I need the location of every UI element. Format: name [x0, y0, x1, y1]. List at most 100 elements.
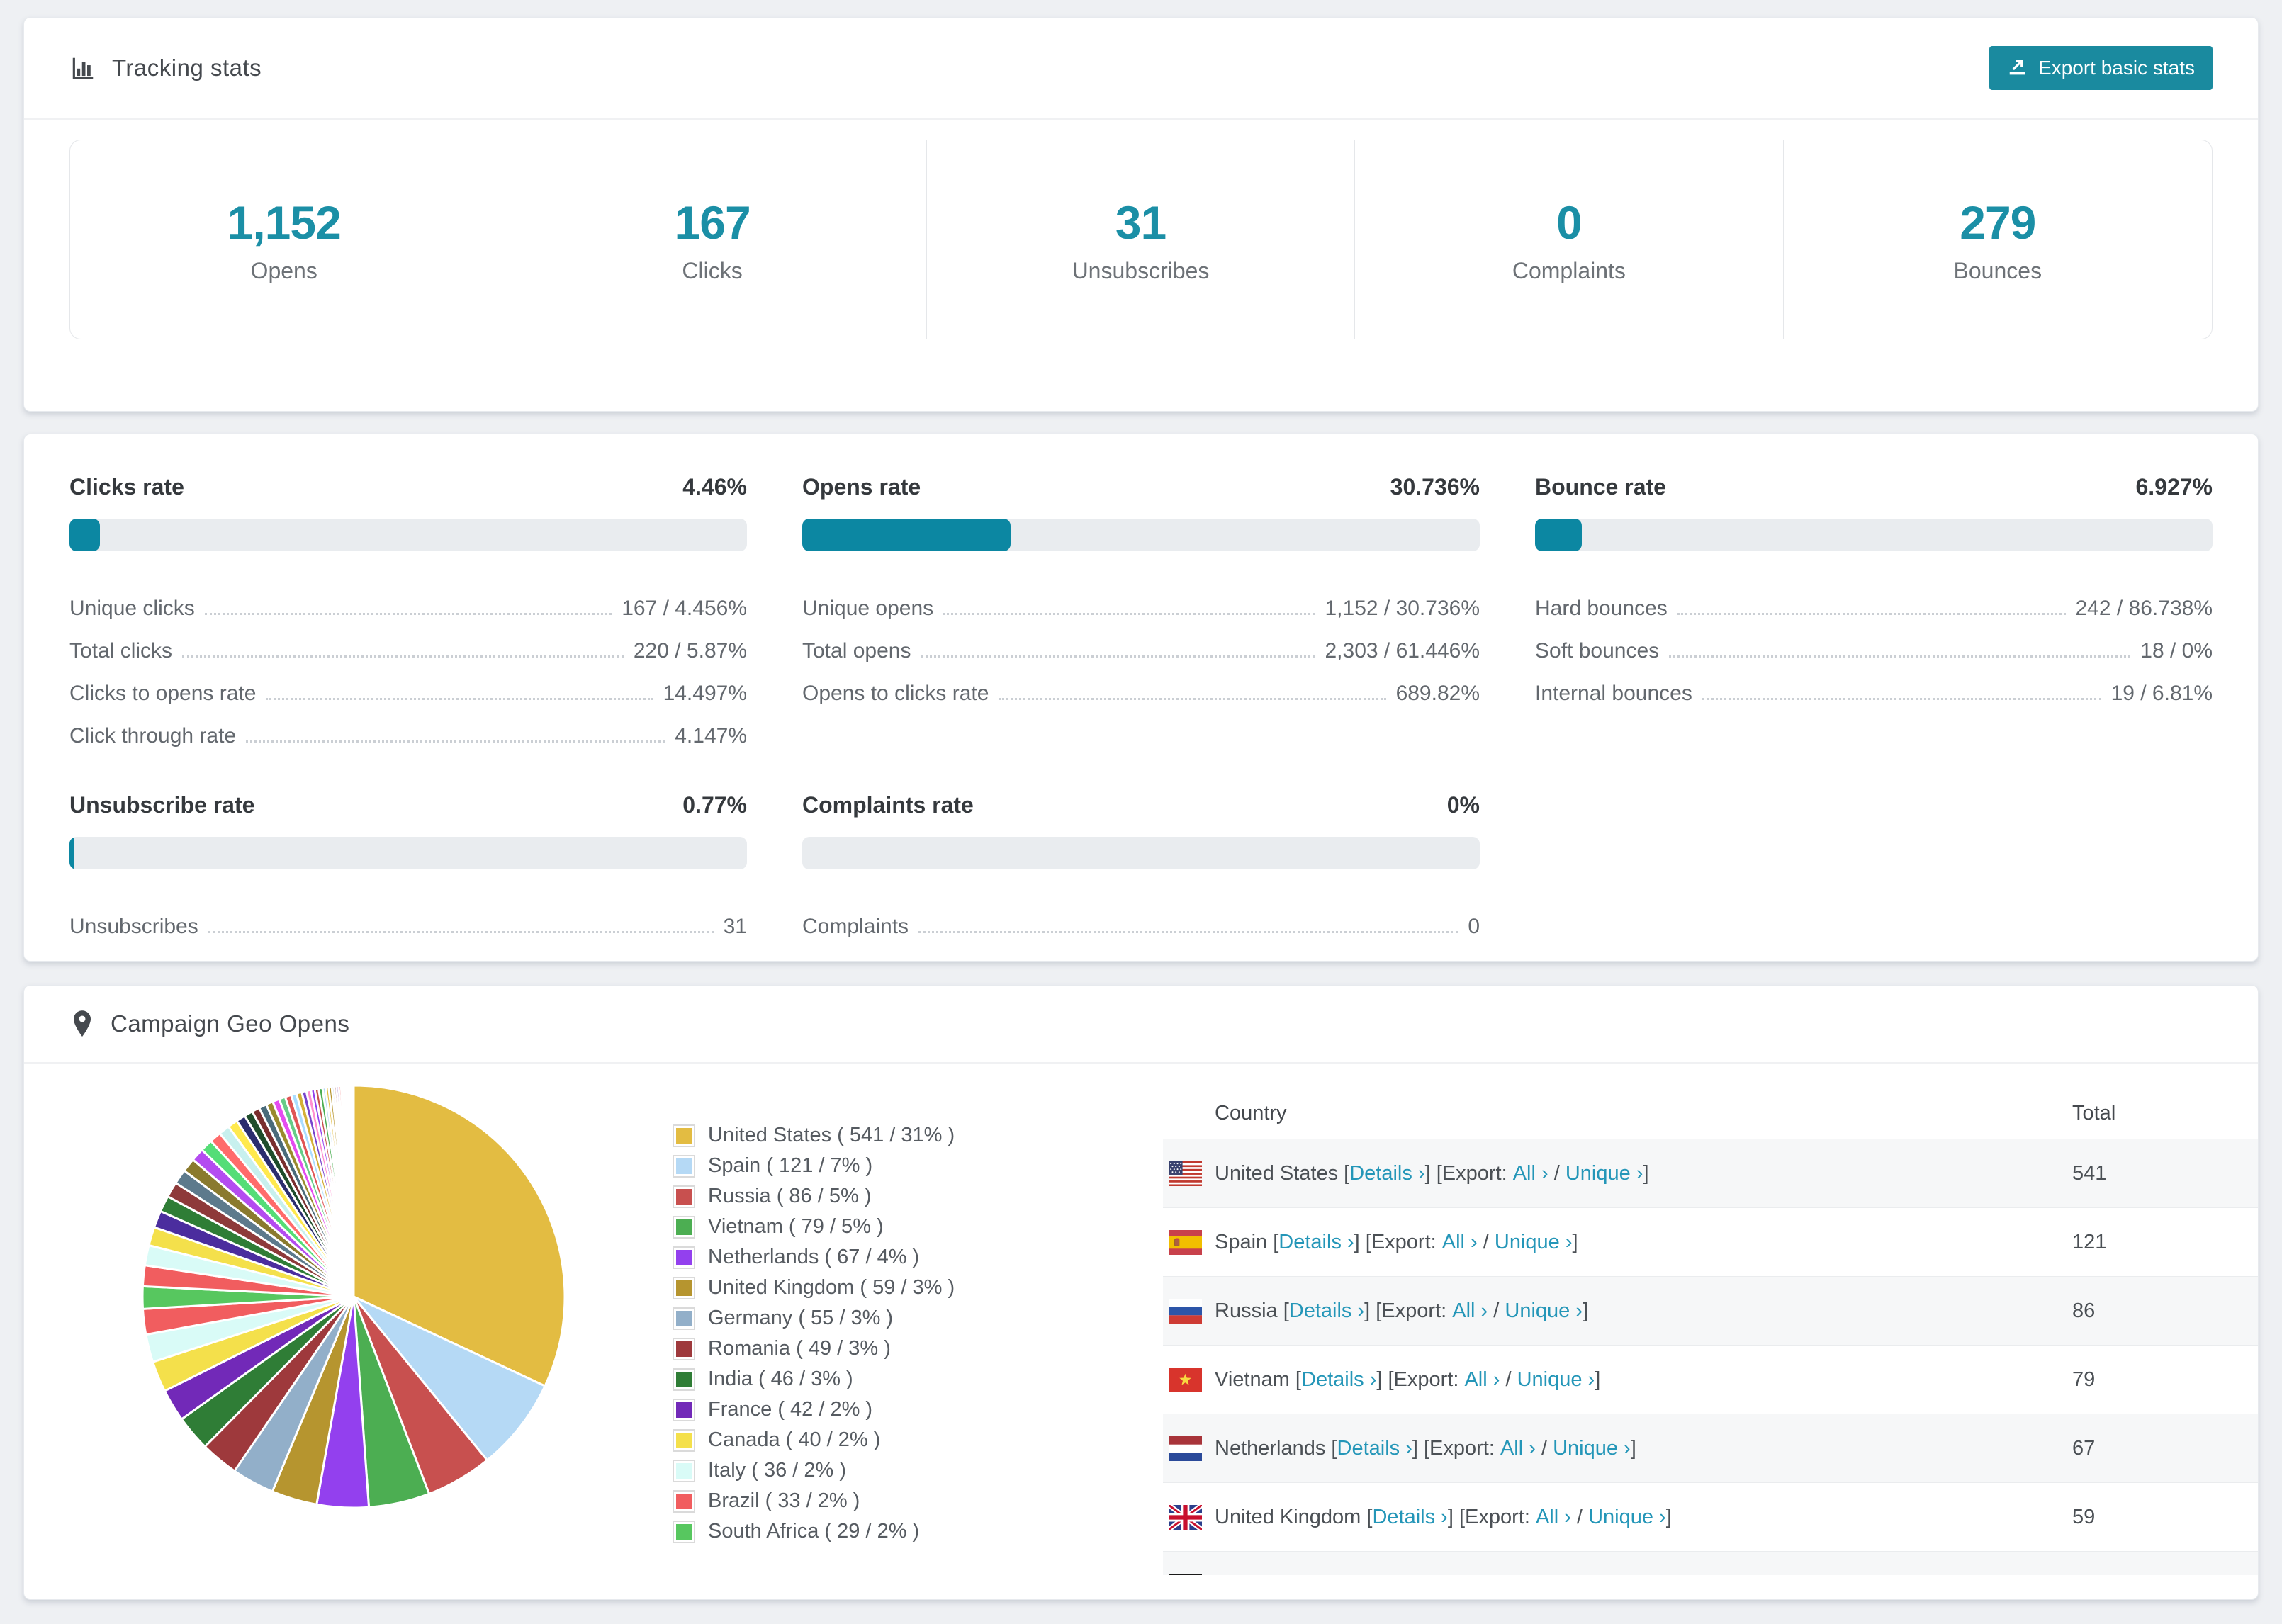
legend-swatch	[673, 1428, 695, 1452]
rate-section-header: Bounce rate 6.927%	[1535, 474, 2213, 500]
rate-section-title: Opens rate	[802, 474, 921, 500]
export-all-link[interactable]: All ›	[1474, 1574, 1510, 1576]
country-total: 541	[2072, 1161, 2107, 1185]
details-link[interactable]: Details ›	[1310, 1574, 1386, 1576]
bracket: ]	[1583, 1299, 1589, 1322]
total-column-header: Total	[2072, 1102, 2116, 1124]
dotted-leader	[943, 613, 1315, 615]
rate-detail-row: Total clicks 220 / 5.87%	[69, 621, 747, 663]
rates-grid: Clicks rate 4.46% Unique clicks 167 / 4.456…	[69, 474, 2213, 939]
bracket: ]	[1643, 1161, 1649, 1185]
stat-value: 167	[674, 196, 751, 249]
dotted-leader	[266, 698, 653, 700]
legend-item-india: India ( 46 / 3% )	[673, 1364, 955, 1394]
export-button-label: Export basic stats	[2038, 57, 2195, 79]
rate-detail-label: Unique opens	[802, 597, 934, 620]
legend-item-netherlands: Netherlands ( 67 / 4% )	[673, 1242, 955, 1273]
legend-label: United States ( 541 / 31% )	[708, 1124, 955, 1146]
export-unique-link[interactable]: Unique ›	[1517, 1368, 1595, 1392]
details-link[interactable]: Details ›	[1278, 1231, 1354, 1254]
rate-detail-row: Unique opens 1,152 / 30.736%	[802, 578, 1480, 621]
rate-progress-bar	[802, 837, 1480, 869]
bar-chart-icon	[69, 55, 96, 81]
tracking-stats-header: Tracking stats Export basic stats	[24, 18, 2258, 120]
details-link[interactable]: Details ›	[1289, 1299, 1364, 1323]
dotted-leader	[1702, 698, 2101, 700]
stat-label: Clicks	[682, 257, 743, 283]
details-link[interactable]: Details ›	[1337, 1437, 1412, 1460]
flag-es-icon	[1169, 1229, 1202, 1255]
bracket: ] [	[1424, 1161, 1442, 1185]
export-unique-link[interactable]: Unique ›	[1566, 1162, 1643, 1185]
stat-value: 0	[1556, 196, 1583, 249]
export-unique-link[interactable]: Unique ›	[1505, 1299, 1583, 1323]
rate-detail-rows: Hard bounces 242 / 86.738% Soft bounces 18 …	[1535, 578, 2213, 706]
stat-opens: 1,152 Opens	[70, 140, 499, 339]
slash-separator: /	[1510, 1574, 1527, 1576]
legend-label: Canada ( 40 / 2% )	[708, 1428, 881, 1451]
rate-section-complaints-rate: Complaints rate 0% Complaints 0	[802, 792, 1480, 939]
rate-detail-value: 18 / 0%	[2140, 639, 2213, 662]
legend-swatch	[673, 1520, 695, 1543]
rate-detail-value: 4.147%	[675, 724, 747, 748]
legend-item-russia: Russia ( 86 / 5% )	[673, 1181, 955, 1212]
rate-detail-row: Soft bounces 18 / 0%	[1535, 621, 2213, 663]
export-basic-stats-button[interactable]: Export basic stats	[1989, 46, 2213, 90]
export-unique-link[interactable]: Unique ›	[1553, 1437, 1631, 1460]
campaign-overview-page: { "theme": { "accent": "#1b8fa6", "bar_f…	[0, 0, 2282, 1624]
rate-detail-label: Click through rate	[69, 724, 237, 748]
legend-swatch	[673, 1246, 695, 1269]
rate-section-percent: 0%	[1446, 792, 1480, 818]
rate-detail-value: 220 / 5.87%	[633, 639, 747, 662]
bracket: [	[1338, 1161, 1350, 1185]
geo-row-main: United States [Details ›] [Export: All ›…	[1163, 1161, 2072, 1186]
geo-row-main: United Kingdom [Details ›] [Export: All …	[1163, 1504, 2072, 1530]
rate-detail-label: Total opens	[802, 639, 911, 662]
export-all-link[interactable]: All ›	[1536, 1506, 1571, 1529]
details-link[interactable]: Details ›	[1372, 1506, 1447, 1529]
geo-opens-header: Campaign Geo Opens	[24, 986, 2258, 1064]
details-link[interactable]: Details ›	[1349, 1162, 1424, 1185]
details-link[interactable]: Details ›	[1301, 1368, 1376, 1392]
country-name: United Kingdom	[1215, 1505, 1361, 1528]
rate-detail-rows: Unique clicks 167 / 4.456% Total clicks 220…	[69, 578, 747, 748]
country-name: Vietnam	[1215, 1368, 1290, 1391]
rate-detail-rows: Complaints 0	[802, 896, 1480, 939]
legend-label: Italy ( 36 / 2% )	[708, 1459, 847, 1482]
bracket: ]	[1665, 1505, 1672, 1528]
country-name: Russia	[1215, 1299, 1278, 1322]
rate-detail-label: Internal bounces	[1535, 682, 1692, 705]
stat-label: Unsubscribes	[1072, 257, 1210, 283]
legend-label: South Africa ( 29 / 2% )	[708, 1520, 920, 1543]
rate-detail-rows: Unique opens 1,152 / 30.736% Total opens 2,…	[802, 578, 1480, 706]
export-all-link[interactable]: All ›	[1500, 1437, 1536, 1460]
export-prefix: Export:	[1371, 1230, 1442, 1253]
legend-swatch	[673, 1337, 695, 1360]
rate-detail-row: Complaints 0	[802, 896, 1480, 939]
country-total: 59	[2072, 1505, 2096, 1528]
export-all-link[interactable]: All ›	[1513, 1162, 1548, 1185]
legend-label: Russia ( 86 / 5% )	[708, 1185, 872, 1207]
legend-label: India ( 46 / 3% )	[708, 1368, 853, 1390]
export-unique-link[interactable]: Unique ›	[1588, 1506, 1666, 1529]
rate-detail-value: 14.497%	[663, 682, 747, 705]
export-all-link[interactable]: All ›	[1442, 1231, 1478, 1254]
stat-value: 31	[1115, 196, 1167, 249]
bracket: ] [	[1447, 1505, 1465, 1528]
dotted-leader	[182, 655, 624, 658]
rate-progress-fill	[69, 837, 75, 869]
geo-opens-title: Campaign Geo Opens	[111, 1010, 350, 1037]
geo-opens-card: Campaign Geo Opens United States ( 541 /…	[23, 985, 2259, 1600]
export-unique-link[interactable]: Unique ›	[1495, 1231, 1573, 1254]
export-all-link[interactable]: All ›	[1452, 1299, 1488, 1323]
bracket: [	[1277, 1299, 1289, 1322]
rate-detail-row: Opens to clicks rate 689.82%	[802, 663, 1480, 706]
stat-value: 279	[1960, 196, 2036, 249]
legend-item-brazil: Brazil ( 33 / 2% )	[673, 1486, 955, 1516]
export-unique-link[interactable]: Unique ›	[1527, 1574, 1604, 1576]
rate-detail-row: Click through rate 4.147%	[69, 706, 747, 748]
legend-item-south-africa: South Africa ( 29 / 2% )	[673, 1516, 955, 1547]
export-all-link[interactable]: All ›	[1464, 1368, 1500, 1392]
slash-separator: /	[1488, 1299, 1505, 1322]
rate-detail-row: Clicks to opens rate 14.497%	[69, 663, 747, 706]
